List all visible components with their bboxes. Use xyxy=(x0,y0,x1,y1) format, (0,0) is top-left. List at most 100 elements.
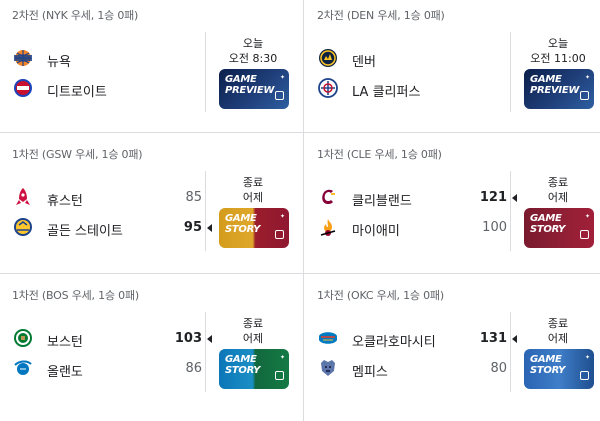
game-status: 종료어제 xyxy=(206,316,300,346)
video-thumbnail[interactable]: GAME PREVIEW ✦ xyxy=(219,69,289,109)
team-score: 85 xyxy=(185,190,202,205)
status-time: 어제 xyxy=(547,191,569,204)
thumbnail-title: GAME STORY xyxy=(225,354,260,376)
team-row[interactable]: 마이애미 100 xyxy=(317,216,507,239)
column-divider xyxy=(303,0,304,421)
thumbnail-title: GAME STORY xyxy=(530,354,565,376)
video-thumbnail[interactable]: GAME PREVIEW ✦ xyxy=(524,69,594,109)
game-status: 오늘 오전 11:00 xyxy=(511,36,600,66)
thumbnail-title-line2: PREVIEW xyxy=(225,85,275,96)
video-thumbnail[interactable]: GAME STORY ✦ xyxy=(219,208,289,248)
video-thumbnail[interactable]: GAME STORY ✦ xyxy=(524,208,594,248)
team-row[interactable]: 디트로이트 xyxy=(12,77,202,100)
series-info: 2차전 (NYK 우세, 1승 0패) xyxy=(12,9,139,22)
team-row[interactable]: 골든 스테이트 95 xyxy=(12,216,212,239)
thumbnail-title: GAME STORY xyxy=(225,213,260,235)
warriors-logo xyxy=(12,216,34,238)
team-row[interactable]: LA 클리퍼스 xyxy=(317,77,507,100)
thumbnail-title: GAME PREVIEW xyxy=(530,74,579,96)
nba-playoffs-logo: ✦ xyxy=(279,354,285,361)
status-time: 어제 xyxy=(547,332,569,345)
thumbnail-title-line1: GAME xyxy=(225,354,257,365)
team-name: 오클라호마시티 xyxy=(352,335,436,350)
team-name: 클리블랜드 xyxy=(352,194,412,209)
thumbnail-title-line2: STORY xyxy=(225,365,261,376)
team-row[interactable]: 덴버 xyxy=(317,47,507,70)
video-thumbnail[interactable]: GAME STORY ✦ xyxy=(219,349,289,389)
nba-playoffs-logo: ✦ xyxy=(279,74,285,81)
pistons-logo xyxy=(12,77,34,99)
magic-logo xyxy=(12,357,34,379)
play-video-icon xyxy=(580,91,589,100)
thunder-logo xyxy=(317,327,339,349)
team-score: 86 xyxy=(185,361,202,376)
game-card[interactable]: 1차전 (CLE 우세, 1승 0패) 클리블랜드 121 마이애미 100 종료 어제 GA… xyxy=(305,139,600,280)
team-name: 휴스턴 xyxy=(47,194,83,209)
nba-playoffs-logo: ✦ xyxy=(584,354,590,361)
series-info: 1차전 (OKC 우세, 1승 0패) xyxy=(317,289,444,302)
status-time: 어제 xyxy=(242,191,264,204)
team-name: 골든 스테이트 xyxy=(47,224,123,239)
game-status: 종료어제 xyxy=(206,175,300,205)
game-card[interactable]: 1차전 (OKC 우세, 1승 0패) 오클라호마시티 131 멤피스 80 종료어제 GA… xyxy=(305,280,600,421)
thumbnail-title-line1: GAME xyxy=(225,213,257,224)
thumbnail-title-line2: STORY xyxy=(530,224,566,235)
status-label: 오늘 xyxy=(242,37,264,50)
game-card[interactable]: 1차전 (GSW 우세, 1승 0패) 휴스턴 85 골든 스테이트 95 종료 어제 GAM… xyxy=(0,139,300,280)
series-info: 1차전 (CLE 우세, 1승 0패) xyxy=(317,148,442,161)
rockets-logo xyxy=(12,186,34,208)
status-label: 종료 xyxy=(547,176,569,189)
status-time: 오전 11:00 xyxy=(530,52,586,65)
thumbnail-title-line2: STORY xyxy=(225,224,261,235)
series-info: 1차전 (BOS 우세, 1승 0패) xyxy=(12,289,139,302)
team-row[interactable]: 올랜도 86 xyxy=(12,357,202,380)
team-row[interactable]: 휴스턴 85 xyxy=(12,186,202,209)
team-score: 131 xyxy=(479,331,507,346)
status-label: 종료 xyxy=(242,317,264,330)
team-name: 디트로이트 xyxy=(47,85,107,100)
nuggets-logo xyxy=(317,47,339,69)
game-card[interactable]: 2차전 (DEN 우세, 1승 0패) 덴버 LA 클리퍼스 오늘 오전 11:00 GA… xyxy=(305,0,600,141)
game-status: 종료어제 xyxy=(511,175,600,205)
cavaliers-logo xyxy=(317,186,339,208)
winner-arrow-icon xyxy=(207,224,212,232)
status-label: 종료 xyxy=(242,176,264,189)
playoff-scoreboard: 2차전 (NYK 우세, 1승 0패) 뉴욕 디트로이트 오늘 오전 8:30 GAME P… xyxy=(0,0,600,421)
play-video-icon xyxy=(580,371,589,380)
team-name: 뉴욕 xyxy=(47,55,71,70)
play-video-icon xyxy=(275,230,284,239)
team-row[interactable]: 오클라호마시티 131 xyxy=(317,327,517,350)
status-label: 종료 xyxy=(547,317,569,330)
knicks-logo xyxy=(12,47,34,69)
team-name: 멤피스 xyxy=(352,365,388,380)
team-name: 올랜도 xyxy=(47,365,83,380)
thumbnail-title: GAME PREVIEW xyxy=(225,74,274,96)
game-card[interactable]: 2차전 (NYK 우세, 1승 0패) 뉴욕 디트로이트 오늘 오전 8:30 GAME P… xyxy=(0,0,300,141)
team-score: 80 xyxy=(490,361,507,376)
thumbnail-title-line1: GAME xyxy=(530,354,562,365)
team-row[interactable]: 클리블랜드 121 xyxy=(317,186,517,209)
clippers-logo xyxy=(317,77,339,99)
team-name: 보스턴 xyxy=(47,335,83,350)
play-video-icon xyxy=(580,230,589,239)
team-row[interactable]: 멤피스 80 xyxy=(317,357,507,380)
celtics-logo xyxy=(12,327,34,349)
thumbnail-title-line1: GAME xyxy=(225,74,257,85)
series-info: 2차전 (DEN 우세, 1승 0패) xyxy=(317,9,445,22)
play-video-icon xyxy=(275,91,284,100)
team-score: 103 xyxy=(174,331,202,346)
status-time: 어제 xyxy=(242,332,264,345)
team-row[interactable]: 보스턴 103 xyxy=(12,327,212,350)
team-name: LA 클리퍼스 xyxy=(352,85,421,100)
status-time: 오전 8:30 xyxy=(228,52,278,65)
team-score: 121 xyxy=(479,190,507,205)
team-row[interactable]: 뉴욕 xyxy=(12,47,202,70)
grizzlies-logo xyxy=(317,357,339,379)
nba-playoffs-logo: ✦ xyxy=(584,74,590,81)
game-card[interactable]: 1차전 (BOS 우세, 1승 0패) 보스턴 103 올랜도 86 종료 어제 GAME ST… xyxy=(0,280,300,421)
video-thumbnail[interactable]: GAME STORY ✦ xyxy=(524,349,594,389)
thumbnail-title-line1: GAME xyxy=(530,213,562,224)
game-status: 오늘오전 8:30 xyxy=(206,36,300,66)
series-info: 1차전 (GSW 우세, 1승 0패) xyxy=(12,148,143,161)
thumbnail-title-line1: GAME xyxy=(530,74,562,85)
